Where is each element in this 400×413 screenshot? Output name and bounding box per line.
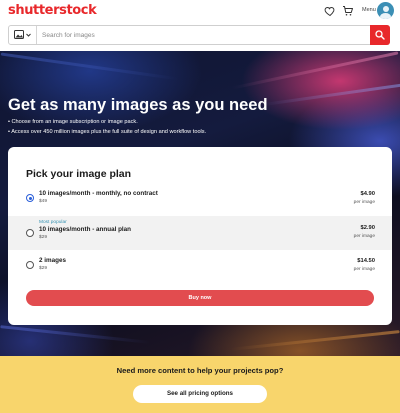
- hero-bullet: • Choose from an image subscription or i…: [8, 119, 138, 125]
- plan-option-name: 10 images/month - annual plan: [39, 226, 132, 233]
- hero-light-streak: [0, 325, 150, 344]
- pricing-promo-bar: Need more content to help your projects …: [0, 356, 400, 413]
- media-type-dropdown[interactable]: [9, 26, 37, 44]
- plan-radio-selected[interactable]: [26, 194, 34, 202]
- plan-option-price: $2.90: [360, 225, 375, 231]
- plan-option-name: 10 images/month - monthly, no contract: [39, 190, 158, 197]
- plan-option-price: $14.50: [357, 258, 375, 264]
- plan-option-unit: per image: [353, 234, 375, 239]
- heart-icon[interactable]: [324, 5, 336, 17]
- avatar-icon[interactable]: [377, 2, 394, 19]
- avatar-head: [382, 5, 389, 12]
- see-all-pricing-button[interactable]: See all pricing options: [133, 385, 267, 403]
- plan-radio[interactable]: [26, 261, 34, 269]
- plan-option-price: $4.90: [360, 191, 375, 197]
- hero-bullet: • Access over 450 million images plus th…: [8, 129, 207, 135]
- plan-card: Pick your image plan 10 images/month - m…: [8, 147, 392, 325]
- search-input[interactable]: [42, 29, 342, 41]
- search-icon: [375, 30, 385, 40]
- plan-option-unit: per image: [353, 200, 375, 205]
- hero-light-streak: [0, 52, 180, 81]
- hero-light-streak: [231, 51, 399, 90]
- image-icon: [14, 30, 31, 39]
- hero-light-streak: [230, 330, 400, 351]
- plan-option-total: $29: [39, 266, 48, 271]
- site-header: shutterstock Menu: [0, 0, 400, 22]
- plan-option-unit: per image: [353, 267, 375, 272]
- promo-text: Need more content to help your projects …: [116, 366, 284, 375]
- plan-radio[interactable]: [26, 229, 34, 237]
- plan-card-title: Pick your image plan: [26, 168, 132, 180]
- plan-option-annual[interactable]: Most popular 10 images/month - annual pl…: [8, 216, 392, 250]
- cart-icon[interactable]: [342, 5, 354, 17]
- buy-now-button[interactable]: Buy now: [26, 290, 374, 306]
- plan-option-monthly[interactable]: 10 images/month - monthly, no contract $…: [8, 182, 392, 216]
- avatar-body: [380, 12, 391, 19]
- shutterstock-logo[interactable]: shutterstock: [8, 3, 97, 18]
- menu-label[interactable]: Menu: [362, 7, 376, 13]
- plan-option-name: 2 images: [39, 257, 66, 264]
- plan-option-total: $29: [39, 235, 48, 240]
- plan-option-total: $49: [39, 199, 48, 204]
- hero-light-streak: [260, 82, 400, 107]
- search-button[interactable]: [370, 25, 390, 45]
- most-popular-badge: Most popular: [39, 220, 67, 225]
- search-bar: [8, 25, 390, 45]
- hero-title: Get as many images as you need: [8, 96, 268, 114]
- plan-option-pack[interactable]: 2 images $29 $14.50 per image: [8, 251, 392, 285]
